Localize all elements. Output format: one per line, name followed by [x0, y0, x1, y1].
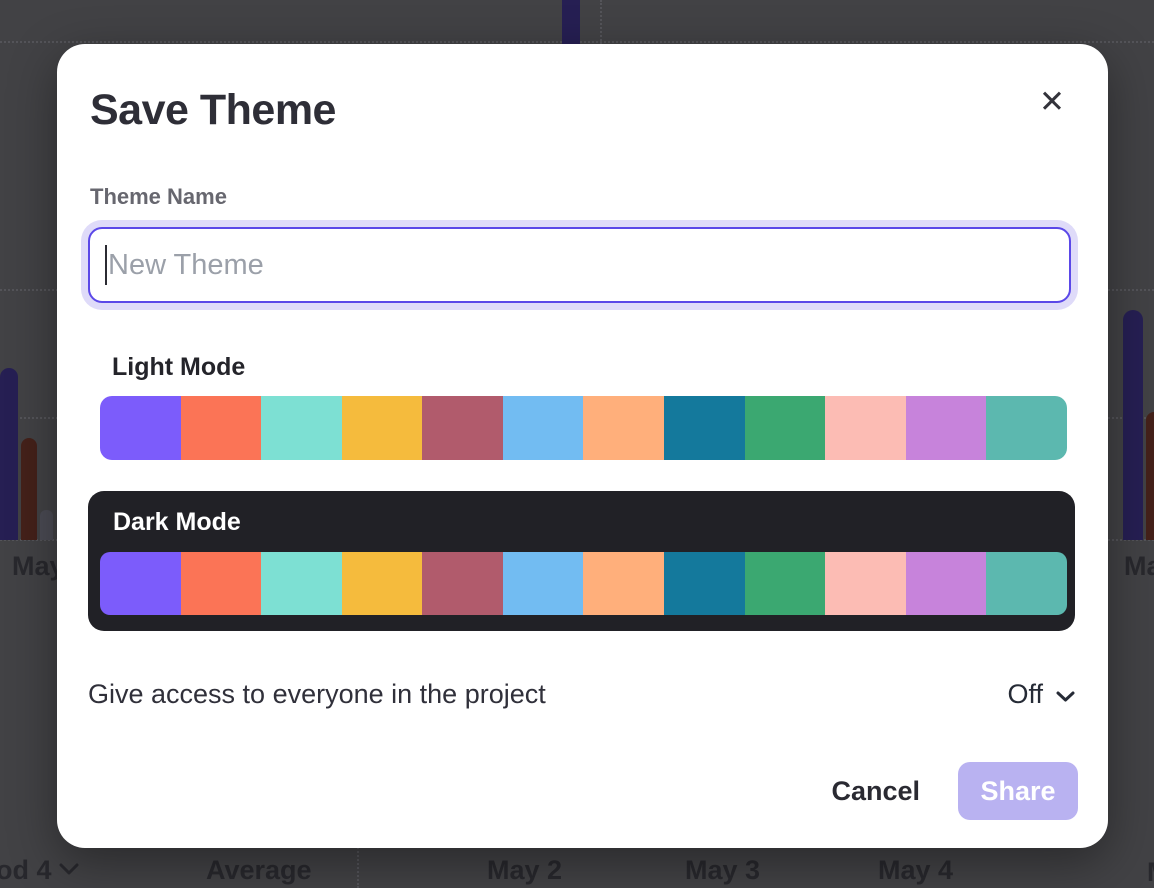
chart-gridline [600, 0, 602, 44]
chart-bar [1123, 310, 1143, 540]
theme-name-input[interactable] [88, 227, 1071, 303]
palette-swatch [181, 552, 262, 615]
palette-swatch [906, 552, 987, 615]
palette-swatch [342, 396, 423, 460]
x-axis-label-clipped: M [1147, 857, 1154, 888]
chevron-down-icon [58, 862, 80, 876]
chart-gridline [357, 844, 359, 888]
palette-swatch [100, 396, 181, 460]
palette-swatch [664, 552, 745, 615]
theme-name-field-wrap [88, 227, 1071, 303]
x-axis-label-period: od 4 [0, 855, 52, 886]
chart-bar [1146, 412, 1154, 540]
access-row: Give access to everyone in the project O… [88, 679, 1076, 710]
access-dropdown[interactable]: Off [1007, 679, 1076, 710]
axis-label-right: Ma [1124, 551, 1154, 582]
chart-bar [40, 510, 53, 540]
palette-swatch [100, 552, 181, 615]
dark-mode-card: Dark Mode [88, 491, 1075, 631]
access-value: Off [1007, 679, 1043, 710]
palette-swatch [503, 396, 584, 460]
palette-swatch [745, 396, 826, 460]
palette-swatch [986, 552, 1067, 615]
palette-swatch [583, 552, 664, 615]
palette-swatch [906, 396, 987, 460]
palette-swatch [503, 552, 584, 615]
save-theme-dialog: Save Theme ✕ Theme Name Light Mode Dark … [57, 44, 1108, 848]
chart-bar [21, 438, 37, 540]
palette-swatch [261, 552, 342, 615]
light-mode-label: Light Mode [112, 353, 245, 382]
dialog-footer: Cancel Share [831, 762, 1078, 820]
dialog-title: Save Theme [90, 86, 336, 135]
chart-bar [0, 368, 18, 540]
chart-bar [562, 0, 580, 44]
chevron-down-icon [1055, 690, 1076, 703]
x-axis-label-may3: May 3 [685, 855, 760, 886]
palette-swatch [825, 396, 906, 460]
palette-swatch [342, 552, 423, 615]
dark-mode-palette [100, 552, 1067, 615]
x-axis-label-may2: May 2 [487, 855, 562, 886]
cancel-button[interactable]: Cancel [831, 776, 920, 807]
palette-swatch [422, 552, 503, 615]
theme-name-label: Theme Name [90, 184, 227, 210]
palette-swatch [422, 396, 503, 460]
x-axis-label-average: Average [206, 855, 312, 886]
palette-swatch [745, 552, 826, 615]
palette-swatch [664, 396, 745, 460]
palette-swatch [261, 396, 342, 460]
x-axis-label-may4: May 4 [878, 855, 953, 886]
share-button[interactable]: Share [958, 762, 1078, 820]
access-label: Give access to everyone in the project [88, 679, 546, 710]
dark-mode-label: Dark Mode [113, 508, 241, 537]
palette-swatch [986, 396, 1067, 460]
close-icon[interactable]: ✕ [1030, 80, 1074, 124]
palette-swatch [825, 552, 906, 615]
palette-swatch [181, 396, 262, 460]
text-cursor [105, 245, 107, 285]
palette-swatch [583, 396, 664, 460]
light-mode-palette [100, 396, 1067, 460]
